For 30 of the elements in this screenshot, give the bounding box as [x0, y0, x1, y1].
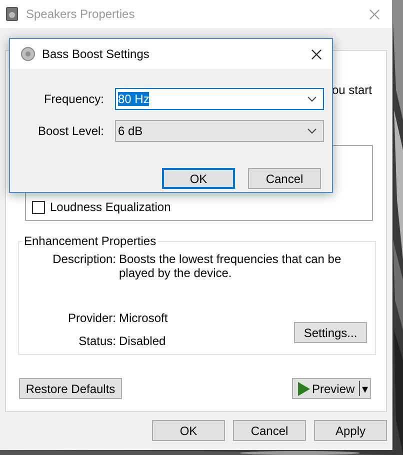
dialog-title: Bass Boost Settings: [42, 47, 150, 61]
settings-button[interactable]: Settings...: [294, 322, 367, 343]
dropdown-arrow[interactable]: ▾: [362, 382, 368, 396]
checkbox-label: Loudness Equalization: [50, 200, 171, 214]
dialog-button[interactable]: Cancel: [233, 420, 306, 441]
close-icon[interactable]: [311, 48, 322, 60]
restore-defaults-button[interactable]: Restore Defaults: [19, 378, 122, 399]
dropdown[interactable]: 80 Hz: [115, 88, 324, 110]
field-label: Frequency:: [42, 92, 105, 106]
field-label: Boost Level:: [36, 124, 105, 138]
play-icon: [298, 382, 310, 396]
window-title: Speakers Properties: [26, 7, 136, 21]
dialog-button[interactable]: Apply: [314, 420, 387, 441]
field-value: Boosts the lowest frequencies that can be played by the device.: [119, 252, 342, 280]
dialog-button[interactable]: OK: [162, 168, 235, 189]
dropdown[interactable]: 6 dB: [115, 120, 324, 142]
chevron-icon: [307, 96, 317, 102]
field-label: Status:: [78, 334, 117, 348]
checkbox[interactable]: [32, 200, 45, 214]
field-label: Provider:: [66, 311, 117, 325]
field-label: Description:: [52, 252, 117, 266]
speaker-icon: [21, 47, 35, 61]
field-value: Disabled: [119, 334, 167, 348]
field-value: Microsoft: [119, 311, 169, 325]
group-title: Enhancement Properties: [22, 234, 158, 248]
dialog-button[interactable]: OK: [152, 420, 225, 441]
dialog-button[interactable]: Cancel: [248, 168, 321, 189]
chevron-icon: [307, 128, 317, 134]
speaker-icon: [6, 7, 18, 21]
preview-button[interactable]: Preview ▾: [292, 378, 371, 399]
